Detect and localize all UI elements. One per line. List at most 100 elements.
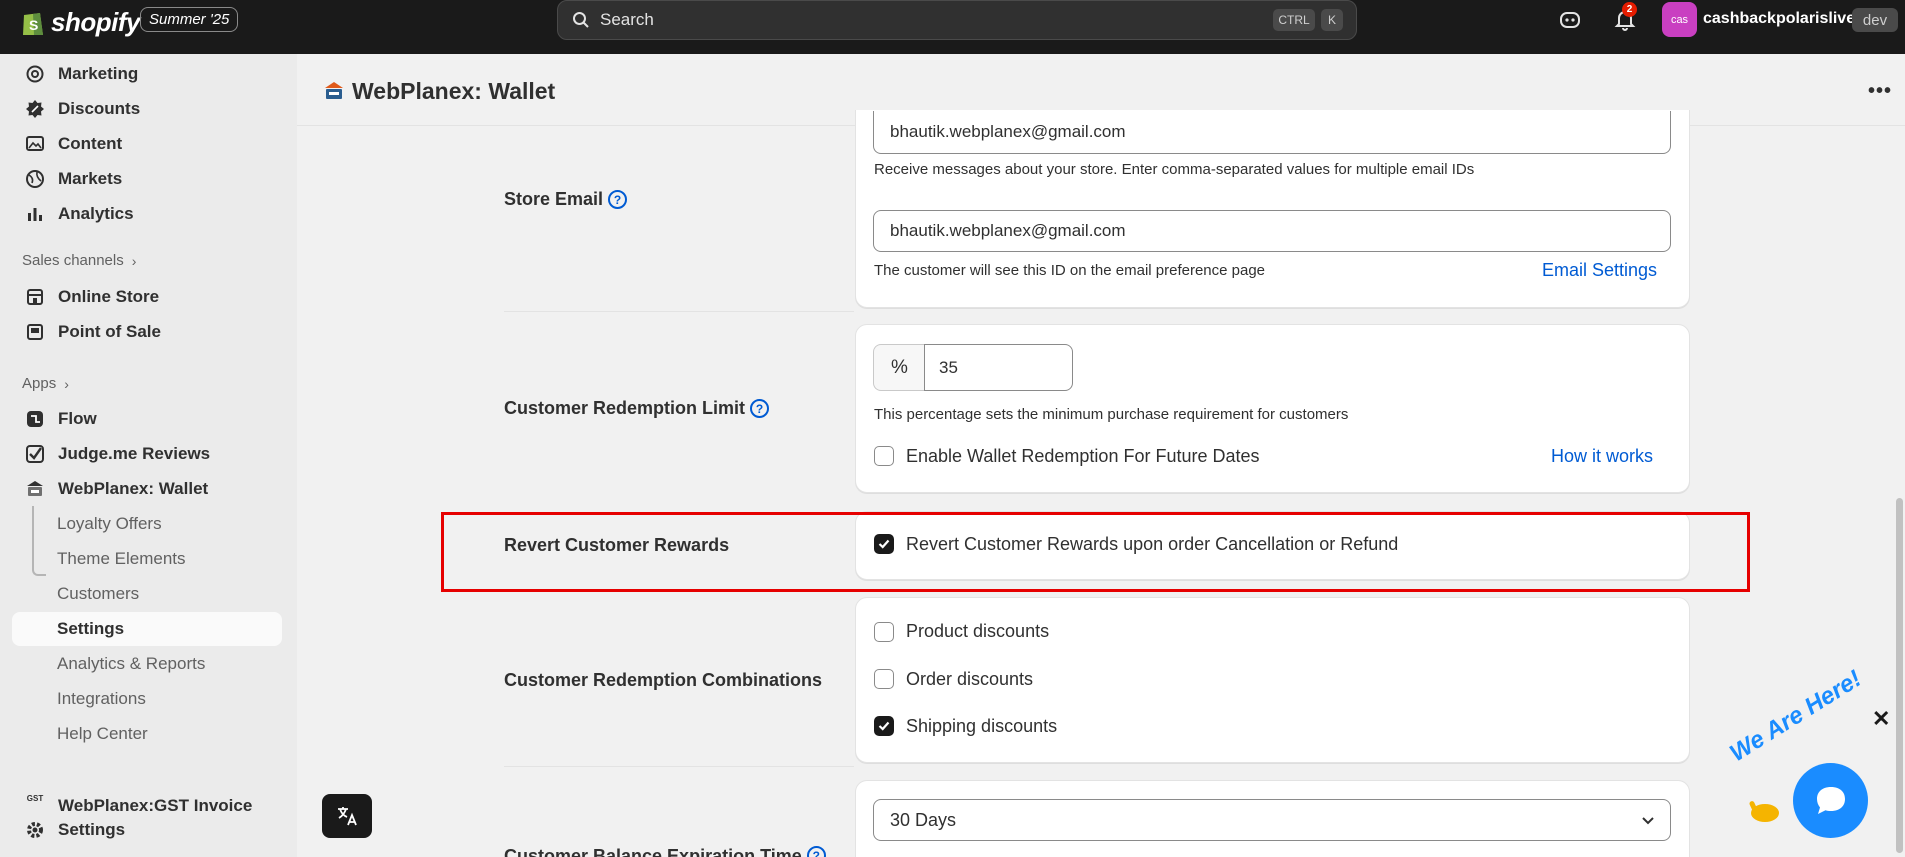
- wallet-app-icon: [325, 82, 343, 99]
- store-icon: [24, 286, 46, 308]
- sidebar-subitem-analytics-reports[interactable]: Analytics & Reports: [57, 647, 205, 681]
- pos-icon: [24, 321, 46, 343]
- dev-store-badge: dev: [1852, 8, 1898, 32]
- expiration-label: Customer Balance Expiration Time ?: [504, 846, 826, 857]
- section-divider: [504, 311, 854, 312]
- page-title: WebPlanex: Wallet: [352, 78, 556, 104]
- gst-icon-text: GST: [26, 793, 44, 803]
- more-actions-icon[interactable]: •••: [1868, 80, 1892, 103]
- how-it-works-link[interactable]: How it works: [1551, 446, 1653, 467]
- sidebar-subitem-settings[interactable]: Settings: [12, 612, 282, 646]
- bar-chart-icon: [24, 203, 46, 225]
- shortcut-k-key: K: [1321, 9, 1343, 31]
- shipping-discounts-label[interactable]: Shipping discounts: [906, 716, 1057, 737]
- sidebar-item-marketing[interactable]: Marketing: [12, 57, 282, 91]
- percent-prefix: %: [873, 344, 925, 391]
- wallet-app-icon: [24, 478, 46, 500]
- main-scrollbar[interactable]: [1896, 498, 1903, 853]
- order-discounts-label[interactable]: Order discounts: [906, 669, 1033, 690]
- sales-channels-heading[interactable]: Sales channels ›: [22, 252, 136, 269]
- checkmark-icon: [878, 721, 890, 731]
- chevron-down-icon: [1642, 817, 1654, 825]
- sidebar-item-webplanex-wallet[interactable]: WebPlanex: Wallet: [12, 472, 282, 506]
- help-icon[interactable]: ?: [608, 190, 628, 209]
- shipping-discounts-checkbox[interactable]: [874, 716, 894, 736]
- product-discounts-label[interactable]: Product discounts: [906, 621, 1049, 642]
- close-icon[interactable]: ✕: [1872, 706, 1890, 732]
- notification-count-badge: 2: [1622, 2, 1637, 17]
- chat-button[interactable]: [1793, 763, 1868, 838]
- sidebar-subitem-integrations[interactable]: Integrations: [57, 682, 146, 716]
- chevron-right-icon: ›: [64, 375, 69, 392]
- sidebar-item-label: Markets: [58, 169, 123, 188]
- store-email-label-text: Store Email: [504, 189, 604, 209]
- target-icon: [24, 63, 46, 85]
- sidebar-item-point-of-sale[interactable]: Point of Sale: [12, 315, 282, 349]
- shopify-logo[interactable]: S shopify: [20, 6, 140, 38]
- sidebar-item-flow[interactable]: Flow: [12, 402, 282, 436]
- discount-icon: [24, 98, 46, 120]
- sidebar-item-markets[interactable]: Markets: [12, 162, 282, 196]
- store-avatar[interactable]: cas: [1662, 2, 1697, 37]
- translate-button[interactable]: [322, 794, 372, 838]
- translate-icon: [338, 807, 357, 826]
- highlight-annotation-box: [441, 512, 1750, 592]
- sidebar-item-discounts[interactable]: Discounts: [12, 92, 282, 126]
- search-bar[interactable]: Search CTRL K: [557, 0, 1357, 40]
- sidebar-item-settings[interactable]: Settings: [12, 813, 282, 847]
- sidebar-subitem-customers[interactable]: Customers: [57, 577, 139, 611]
- redemption-limit-help-text: This percentage sets the minimum purchas…: [874, 406, 1349, 423]
- combinations-label: Customer Redemption Combinations: [504, 670, 823, 690]
- sidebar-item-analytics[interactable]: Analytics: [12, 197, 282, 231]
- sidebar-subitem-theme-elements[interactable]: Theme Elements: [57, 542, 186, 576]
- help-icon[interactable]: ?: [806, 846, 826, 857]
- sidebar-item-judgeme[interactable]: Judge.me Reviews: [12, 437, 282, 471]
- order-discounts-checkbox[interactable]: [874, 669, 894, 689]
- redemption-limit-label: Customer Redemption Limit ?: [504, 398, 770, 419]
- sidebar-item-label: Judge.me Reviews: [58, 444, 211, 463]
- expiration-select[interactable]: 30 Days: [873, 799, 1671, 841]
- shortcut-ctrl-key: CTRL: [1273, 9, 1315, 31]
- email-settings-link[interactable]: Email Settings: [1542, 260, 1657, 281]
- customer-facing-email-input[interactable]: bhautik.webplanex@gmail.com: [873, 210, 1671, 252]
- top-bar: S shopify Summer '25 Search CTRL K 2 cas…: [0, 0, 1905, 54]
- product-discounts-checkbox[interactable]: [874, 622, 894, 642]
- waving-hand-icon: [1749, 801, 1779, 822]
- expiration-selected-value: 30 Days: [890, 809, 957, 830]
- gear-icon: [24, 819, 46, 841]
- section-divider: [504, 766, 854, 767]
- sidebar-item-label: WebPlanex: Wallet: [58, 479, 209, 498]
- sidebar-item-label: Marketing: [58, 64, 139, 83]
- sidebar-item-label: Flow: [58, 409, 97, 428]
- sidekick-icon[interactable]: [1558, 8, 1582, 32]
- sidebar-item-label: Online Store: [58, 287, 160, 306]
- sidebar-subitem-loyalty-offers[interactable]: Loyalty Offers: [57, 507, 162, 541]
- future-dates-checkbox[interactable]: [874, 446, 894, 466]
- redemption-limit-input[interactable]: 35: [924, 344, 1073, 391]
- help-icon[interactable]: ?: [750, 399, 770, 418]
- flow-icon: [24, 408, 46, 430]
- shopify-bag-icon: S: [23, 13, 43, 35]
- expiration-label-text: Customer Balance Expiration Time: [504, 846, 802, 857]
- search-icon: [573, 12, 589, 28]
- future-dates-checkbox-label[interactable]: Enable Wallet Redemption For Future Date…: [906, 446, 1260, 467]
- gst-icon: GST: [24, 787, 46, 809]
- svg-text:S: S: [29, 17, 38, 33]
- redemption-limit-label-text: Customer Redemption Limit: [504, 398, 746, 418]
- sidebar-item-label: Discounts: [58, 99, 141, 118]
- edition-badge[interactable]: Summer '25: [140, 7, 239, 32]
- sidebar-item-gst-invoice[interactable]: GST WebPlanex:GST Invoice: [12, 781, 282, 816]
- apps-heading[interactable]: Apps ›: [22, 375, 69, 392]
- sidebar-subitem-help-center[interactable]: Help Center: [57, 717, 148, 751]
- shopify-wordmark: shopify: [51, 6, 140, 37]
- customer-email-help-text: The customer will see this ID on the ema…: [874, 262, 1266, 279]
- chat-tagline: We Are Here!: [1725, 665, 1867, 768]
- sidebar-item-label: Analytics: [58, 204, 134, 223]
- store-email-input[interactable]: bhautik.webplanex@gmail.com: [873, 111, 1671, 154]
- sidebar-item-label: Point of Sale: [58, 322, 161, 341]
- store-name[interactable]: cashbackpolarislive: [1703, 10, 1855, 28]
- store-email-help-text: Receive messages about your store. Enter…: [874, 161, 1475, 178]
- sales-channels-label: Sales channels: [22, 252, 124, 269]
- sidebar-item-online-store[interactable]: Online Store: [12, 280, 282, 314]
- sidebar-item-content[interactable]: Content: [12, 127, 282, 161]
